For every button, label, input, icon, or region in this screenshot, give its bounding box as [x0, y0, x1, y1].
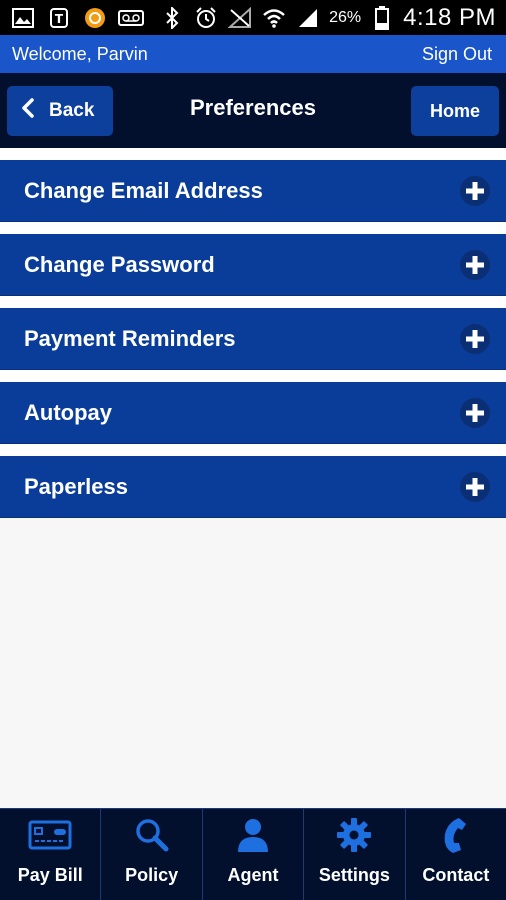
wifi-icon	[261, 7, 287, 29]
app-header: Back Preferences Home	[0, 73, 506, 148]
no-signal-icon	[227, 6, 253, 29]
pref-payment-reminders[interactable]: Payment Reminders	[0, 308, 506, 370]
pref-label: Payment Reminders	[24, 325, 236, 351]
cell-signal-icon	[295, 7, 321, 29]
home-button[interactable]: Home	[411, 86, 499, 136]
divider	[0, 370, 506, 382]
divider	[0, 296, 506, 308]
phone-icon	[441, 815, 471, 855]
nav-settings[interactable]: Settings	[304, 808, 406, 900]
gear-icon	[336, 815, 372, 855]
welcome-bar: Welcome, Parvin Sign Out	[0, 35, 506, 73]
nav-pay-bill[interactable]: Pay Bill	[0, 808, 102, 900]
nav-policy[interactable]: Policy	[101, 808, 203, 900]
sign-out-link[interactable]: Sign Out	[422, 44, 492, 65]
pref-label: Change Email Address	[24, 177, 263, 203]
divider	[0, 222, 506, 234]
battery-icon	[369, 5, 395, 30]
pref-label: Autopay	[24, 399, 112, 425]
status-time: 4:18 PM	[403, 3, 496, 31]
magnifier-icon	[134, 815, 170, 855]
tmobile-icon: T	[46, 7, 72, 29]
chevron-left-icon	[21, 98, 35, 124]
nav-label: Settings	[318, 865, 390, 885]
nav-agent[interactable]: Agent	[202, 808, 305, 900]
nav-label: Pay Bill	[17, 865, 83, 885]
status-bar: T 26% 4:18 PM	[0, 0, 506, 35]
pref-change-password[interactable]: Change Password	[0, 234, 506, 296]
back-button-label: Back	[49, 100, 95, 121]
divider	[0, 148, 506, 160]
plus-icon	[460, 175, 490, 206]
nav-label: Policy	[125, 865, 179, 885]
pref-change-email[interactable]: Change Email Address	[0, 160, 506, 222]
pref-paperless[interactable]: Paperless	[0, 456, 506, 518]
pref-autopay[interactable]: Autopay	[0, 382, 506, 444]
preferences-list: Change Email Address Change Password Pay…	[0, 148, 506, 808]
pref-label: Paperless	[24, 473, 128, 499]
credit-card-icon	[28, 815, 72, 855]
plus-icon	[460, 249, 490, 280]
plus-icon	[460, 471, 490, 502]
nav-label: Agent	[227, 865, 279, 885]
battery-percent: 26%	[329, 8, 362, 26]
nav-contact[interactable]: Contact	[405, 808, 506, 900]
plus-icon	[460, 397, 490, 428]
nav-label: Contact	[422, 865, 490, 885]
divider	[0, 444, 506, 456]
pref-label: Change Password	[24, 251, 215, 277]
back-button[interactable]: Back	[7, 86, 113, 136]
bottom-nav: Pay Bill Policy Agent Settings Contact	[0, 808, 506, 900]
welcome-greeting: Welcome, Parvin	[12, 43, 148, 64]
plus-icon	[460, 323, 490, 354]
alarm-icon	[193, 6, 219, 29]
voicemail-icon	[118, 7, 144, 29]
bluetooth-icon	[159, 6, 185, 29]
audible-icon	[82, 7, 108, 29]
person-icon	[236, 815, 270, 855]
image-icon	[10, 7, 36, 29]
svg-text:T: T	[55, 12, 64, 26]
